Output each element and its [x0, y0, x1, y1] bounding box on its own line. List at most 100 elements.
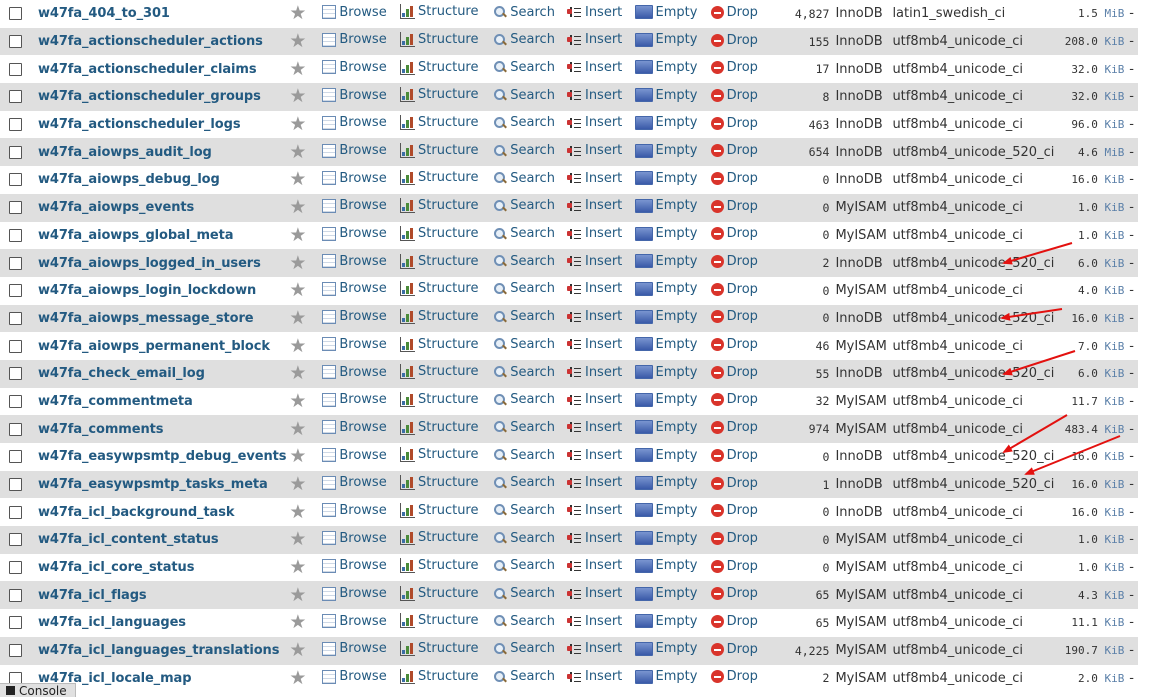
table-name-link[interactable]: w47fa_actionscheduler_actions — [38, 34, 263, 49]
row-checkbox[interactable] — [8, 201, 22, 215]
insert-action[interactable]: Insert — [566, 365, 622, 380]
row-checkbox[interactable] — [8, 256, 22, 270]
empty-action[interactable]: Empty — [634, 558, 697, 573]
favorite-star-icon[interactable]: ★ — [289, 335, 306, 357]
row-checkbox[interactable] — [8, 505, 22, 519]
search-action[interactable]: Search — [493, 88, 555, 103]
search-action[interactable]: Search — [493, 669, 555, 684]
favorite-star-icon[interactable]: ★ — [289, 445, 306, 467]
favorite-star-icon[interactable]: ★ — [289, 667, 306, 689]
empty-action[interactable]: Empty — [634, 641, 697, 656]
structure-action[interactable]: Structure — [400, 419, 479, 435]
insert-action[interactable]: Insert — [566, 281, 622, 296]
browse-action[interactable]: Browse — [322, 420, 387, 435]
search-action[interactable]: Search — [493, 475, 555, 490]
insert-action[interactable]: Insert — [566, 475, 622, 490]
drop-action[interactable]: Drop — [710, 476, 758, 491]
row-checkbox[interactable] — [8, 644, 22, 658]
table-name-link[interactable]: w47fa_actionscheduler_groups — [38, 89, 261, 104]
table-name-link[interactable]: w47fa_aiowps_message_store — [38, 311, 254, 326]
structure-action[interactable]: Structure — [400, 336, 479, 352]
insert-action[interactable]: Insert — [566, 531, 622, 546]
browse-action[interactable]: Browse — [322, 614, 387, 629]
drop-action[interactable]: Drop — [710, 586, 758, 601]
structure-action[interactable]: Structure — [400, 502, 479, 518]
search-action[interactable]: Search — [493, 531, 555, 546]
empty-action[interactable]: Empty — [634, 309, 697, 324]
drop-action[interactable]: Drop — [710, 171, 758, 186]
structure-action[interactable]: Structure — [400, 447, 479, 463]
search-action[interactable]: Search — [493, 226, 555, 241]
favorite-star-icon[interactable]: ★ — [289, 279, 306, 301]
search-action[interactable]: Search — [493, 60, 555, 75]
insert-action[interactable]: Insert — [566, 143, 622, 158]
browse-action[interactable]: Browse — [322, 88, 387, 103]
structure-action[interactable]: Structure — [400, 4, 479, 20]
row-checkbox[interactable] — [8, 561, 22, 575]
favorite-star-icon[interactable]: ★ — [289, 611, 306, 633]
row-checkbox[interactable] — [8, 422, 22, 436]
drop-action[interactable]: Drop — [710, 254, 758, 269]
drop-action[interactable]: Drop — [710, 33, 758, 48]
browse-action[interactable]: Browse — [322, 5, 387, 20]
structure-action[interactable]: Structure — [400, 364, 479, 380]
table-name-link[interactable]: w47fa_aiowps_events — [38, 200, 194, 215]
row-checkbox[interactable] — [8, 450, 22, 464]
drop-action[interactable]: Drop — [710, 282, 758, 297]
empty-action[interactable]: Empty — [634, 475, 697, 490]
table-name-link[interactable]: w47fa_icl_languages — [38, 615, 186, 630]
insert-action[interactable]: Insert — [566, 641, 622, 656]
table-name-link[interactable]: w47fa_easywpsmtp_debug_events — [38, 449, 286, 464]
drop-action[interactable]: Drop — [710, 503, 758, 518]
drop-action[interactable]: Drop — [710, 88, 758, 103]
favorite-star-icon[interactable]: ★ — [289, 58, 306, 80]
insert-action[interactable]: Insert — [566, 115, 622, 130]
browse-action[interactable]: Browse — [322, 586, 387, 601]
insert-action[interactable]: Insert — [566, 226, 622, 241]
empty-action[interactable]: Empty — [634, 531, 697, 546]
browse-action[interactable]: Browse — [322, 309, 387, 324]
browse-action[interactable]: Browse — [322, 448, 387, 463]
browse-action[interactable]: Browse — [322, 641, 387, 656]
structure-action[interactable]: Structure — [400, 308, 479, 324]
structure-action[interactable]: Structure — [400, 170, 479, 186]
search-action[interactable]: Search — [493, 143, 555, 158]
empty-action[interactable]: Empty — [634, 420, 697, 435]
row-checkbox[interactable] — [8, 35, 22, 49]
empty-action[interactable]: Empty — [634, 5, 697, 20]
table-name-link[interactable]: w47fa_check_email_log — [38, 366, 205, 381]
browse-action[interactable]: Browse — [322, 198, 387, 213]
insert-action[interactable]: Insert — [566, 198, 622, 213]
structure-action[interactable]: Structure — [400, 668, 479, 684]
insert-action[interactable]: Insert — [566, 60, 622, 75]
browse-action[interactable]: Browse — [322, 503, 387, 518]
empty-action[interactable]: Empty — [634, 143, 697, 158]
search-action[interactable]: Search — [493, 614, 555, 629]
search-action[interactable]: Search — [493, 503, 555, 518]
favorite-star-icon[interactable]: ★ — [289, 85, 306, 107]
row-checkbox[interactable] — [8, 367, 22, 381]
insert-action[interactable]: Insert — [566, 32, 622, 47]
row-checkbox[interactable] — [8, 616, 22, 630]
table-name-link[interactable]: w47fa_aiowps_debug_log — [38, 172, 220, 187]
structure-action[interactable]: Structure — [400, 198, 479, 214]
empty-action[interactable]: Empty — [634, 669, 697, 684]
row-checkbox[interactable] — [8, 339, 22, 353]
browse-action[interactable]: Browse — [322, 558, 387, 573]
row-checkbox[interactable] — [8, 7, 22, 21]
browse-action[interactable]: Browse — [322, 115, 387, 130]
empty-action[interactable]: Empty — [634, 337, 697, 352]
table-name-link[interactable]: w47fa_icl_content_status — [38, 532, 219, 547]
empty-action[interactable]: Empty — [634, 448, 697, 463]
drop-action[interactable]: Drop — [710, 448, 758, 463]
insert-action[interactable]: Insert — [566, 337, 622, 352]
empty-action[interactable]: Empty — [634, 365, 697, 380]
search-action[interactable]: Search — [493, 641, 555, 656]
browse-action[interactable]: Browse — [322, 281, 387, 296]
table-name-link[interactable]: w47fa_aiowps_login_lockdown — [38, 283, 256, 298]
browse-action[interactable]: Browse — [322, 226, 387, 241]
empty-action[interactable]: Empty — [634, 392, 697, 407]
favorite-star-icon[interactable]: ★ — [289, 639, 306, 661]
row-checkbox[interactable] — [8, 588, 22, 602]
empty-action[interactable]: Empty — [634, 198, 697, 213]
